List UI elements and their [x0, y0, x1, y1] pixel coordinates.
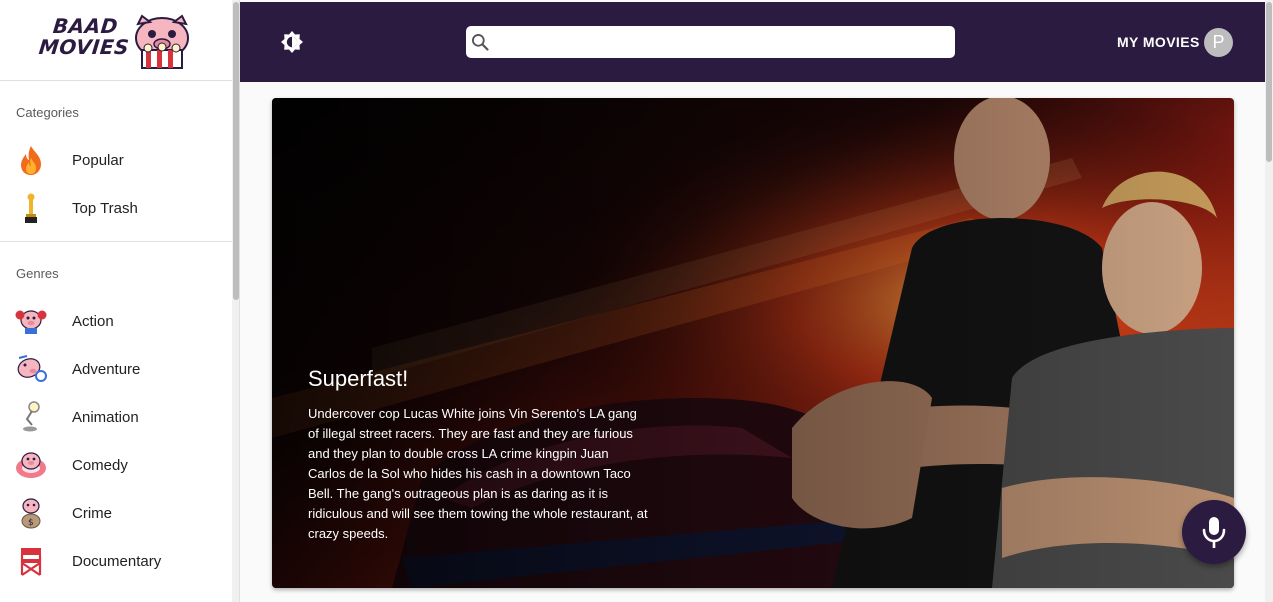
sidebar-item-adventure[interactable]: Adventure [0, 345, 232, 393]
boxing-pig-icon [14, 304, 48, 338]
comedy-pig-icon [14, 448, 48, 482]
sidebar-item-label: Crime [72, 504, 112, 522]
divider [0, 241, 232, 242]
voice-search-button[interactable] [1182, 500, 1246, 564]
adventure-pig-icon [14, 352, 48, 386]
sidebar: BAAD MOVIES Categories Popular Top Trash… [0, 0, 240, 602]
fire-icon [14, 143, 48, 177]
app: BAAD MOVIES Categories Popular Top Trash… [0, 0, 1273, 602]
search-bar[interactable] [466, 26, 955, 58]
sidebar-item-label: Documentary [72, 552, 162, 570]
featured-movie-title[interactable]: Superfast! [308, 366, 408, 392]
sidebar-scrollbar[interactable] [232, 0, 239, 602]
search-icon [472, 34, 489, 51]
featured-movie-banner[interactable]: Superfast! Undercover cop Lucas White jo… [272, 98, 1234, 588]
featured-movie-description: Undercover cop Lucas White joins Vin Ser… [308, 406, 648, 541]
directors-chair-icon [14, 544, 48, 578]
sidebar-item-label: Action [72, 312, 114, 330]
sidebar-item-label: Adventure [72, 360, 141, 378]
top-app-bar: MY MOVIES P [240, 2, 1269, 82]
logo-text: BAAD MOVIES [37, 14, 133, 59]
sidebar-item-crime[interactable]: $ Crime [0, 489, 232, 537]
sidebar-item-popular[interactable]: Popular [0, 136, 232, 184]
pig-mascot-icon [135, 14, 189, 69]
sidebar-item-documentary[interactable]: Documentary [0, 537, 232, 585]
search-input[interactable] [494, 30, 944, 54]
logo[interactable]: BAAD MOVIES [0, 0, 239, 81]
sidebar-item-label: Top Trash [72, 199, 138, 217]
genres-heading: Genres [16, 266, 59, 281]
microphone-icon [1202, 517, 1226, 548]
brightness-icon[interactable] [280, 30, 304, 54]
sidebar-item-animation[interactable]: Animation [0, 393, 232, 441]
page-scrollbar[interactable] [1265, 0, 1273, 602]
my-movies-link[interactable]: MY MOVIES [1117, 34, 1200, 50]
trophy-icon [14, 191, 48, 225]
categories-heading: Categories [16, 105, 79, 120]
sidebar-item-action[interactable]: Action [0, 297, 232, 345]
lamp-icon [14, 400, 48, 434]
logo-line-2: MOVIES [37, 35, 131, 59]
page-scrollbar-thumb[interactable] [1266, 2, 1272, 162]
sidebar-item-top-trash[interactable]: Top Trash [0, 184, 232, 232]
sidebar-item-comedy[interactable]: Comedy [0, 441, 232, 489]
sidebar-scrollbar-thumb[interactable] [233, 2, 239, 300]
sidebar-item-label: Animation [72, 408, 139, 426]
sidebar-item-label: Popular [72, 151, 124, 169]
avatar[interactable]: P [1204, 28, 1233, 57]
svg-text:$: $ [28, 518, 34, 528]
money-bag-pig-icon: $ [14, 496, 48, 530]
logo-line-1: BAAD [51, 14, 120, 38]
sidebar-item-label: Comedy [72, 456, 128, 474]
